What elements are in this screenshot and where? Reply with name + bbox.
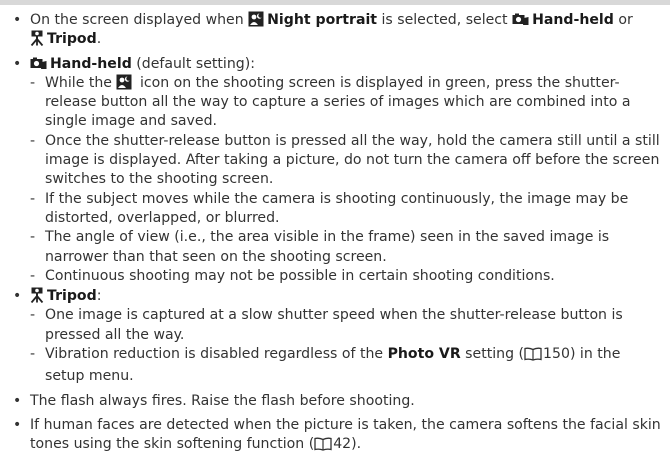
bullet-dot: • — [13, 416, 22, 433]
dash: - — [30, 267, 36, 284]
hand-held-icon — [512, 12, 529, 27]
dash: - — [30, 132, 36, 149]
item-text: Continuous shooting may not be possible … — [45, 267, 555, 284]
faces-note-text: ). — [351, 436, 362, 453]
night-portrait-label: Night portrait — [267, 12, 378, 28]
item-text: If the subject moves while the camera is… — [45, 190, 629, 226]
tripod-list: - One image is captured at a slow shutte… — [30, 306, 664, 386]
hand-held-title: Hand-held — [50, 55, 132, 72]
hand-held-list: - While the icon on the shooting screen … — [30, 74, 664, 286]
night-portrait-icon — [248, 11, 264, 27]
manual-page: • On the screen displayed when Night por… — [0, 0, 670, 455]
tripod-suffix: : — [96, 288, 102, 305]
intro-bullet: • On the screen displayed when Night por… — [4, 11, 664, 50]
hand-held-icon — [30, 56, 47, 71]
top-band — [0, 0, 670, 5]
photo-vr-label: Photo VR — [387, 346, 461, 363]
dash: - — [30, 190, 36, 207]
book-reference-icon — [314, 437, 332, 457]
list-item: - Vibration reduction is disabled regard… — [30, 345, 664, 387]
flash-bullet: • The flash always fires. Raise the flas… — [4, 392, 664, 411]
hand-held-label: Hand-held — [532, 12, 614, 28]
bullet-dot: • — [13, 55, 22, 72]
intro-text-4: . — [96, 31, 102, 48]
item-text: One image is captured at a slow shutter … — [45, 307, 623, 343]
tripod-icon — [30, 30, 44, 47]
tripod-title: Tripod — [47, 288, 97, 305]
dash: - — [30, 229, 36, 246]
night-portrait-icon — [116, 74, 132, 90]
item-text: icon on the shooting screen is displayed… — [45, 74, 631, 130]
item-text: The angle of view (i.e., the area visibl… — [45, 229, 610, 265]
item-text: While the — [45, 74, 117, 91]
list-item: - One image is captured at a slow shutte… — [30, 306, 664, 345]
tripod-icon — [30, 287, 44, 304]
dash: - — [30, 346, 36, 363]
list-item: - Continuous shooting may not be possibl… — [30, 267, 664, 286]
list-item: - If the subject moves while the camera … — [30, 190, 664, 229]
item-text: setting ( — [460, 346, 525, 363]
list-item: - The angle of view (i.e., the area visi… — [30, 228, 664, 267]
item-text: Vibration reduction is disabled regardle… — [45, 346, 388, 363]
list-item: - Once the shutter-release button is pre… — [30, 132, 664, 190]
bullet-dot: • — [13, 392, 22, 409]
item-text: Once the shutter-release button is press… — [45, 132, 660, 188]
faces-bullet: • If human faces are detected when the p… — [4, 416, 664, 458]
tripod-label: Tripod — [47, 31, 97, 48]
flash-note-text: The flash always fires. Raise the flash … — [30, 392, 415, 409]
list-item: - While the icon on the shooting screen … — [30, 74, 664, 132]
intro-text-2: is selected, select — [377, 12, 513, 28]
hand-held-suffix: (default setting): — [131, 55, 255, 72]
dash: - — [30, 74, 36, 91]
hand-held-bullet: • Hand-held (default setting): - While t… — [4, 55, 664, 287]
page-reference[interactable]: 150 — [543, 346, 570, 362]
page-reference[interactable]: 42 — [333, 436, 351, 452]
intro-text-1: On the screen displayed when — [30, 12, 249, 28]
bullet-dot: • — [13, 12, 22, 28]
book-reference-icon — [524, 347, 542, 367]
dash: - — [30, 307, 36, 324]
bullet-dot: • — [13, 288, 22, 305]
tripod-bullet: • Tripod: - One image is captured at a s… — [4, 287, 664, 386]
intro-text-3: or — [613, 12, 633, 28]
